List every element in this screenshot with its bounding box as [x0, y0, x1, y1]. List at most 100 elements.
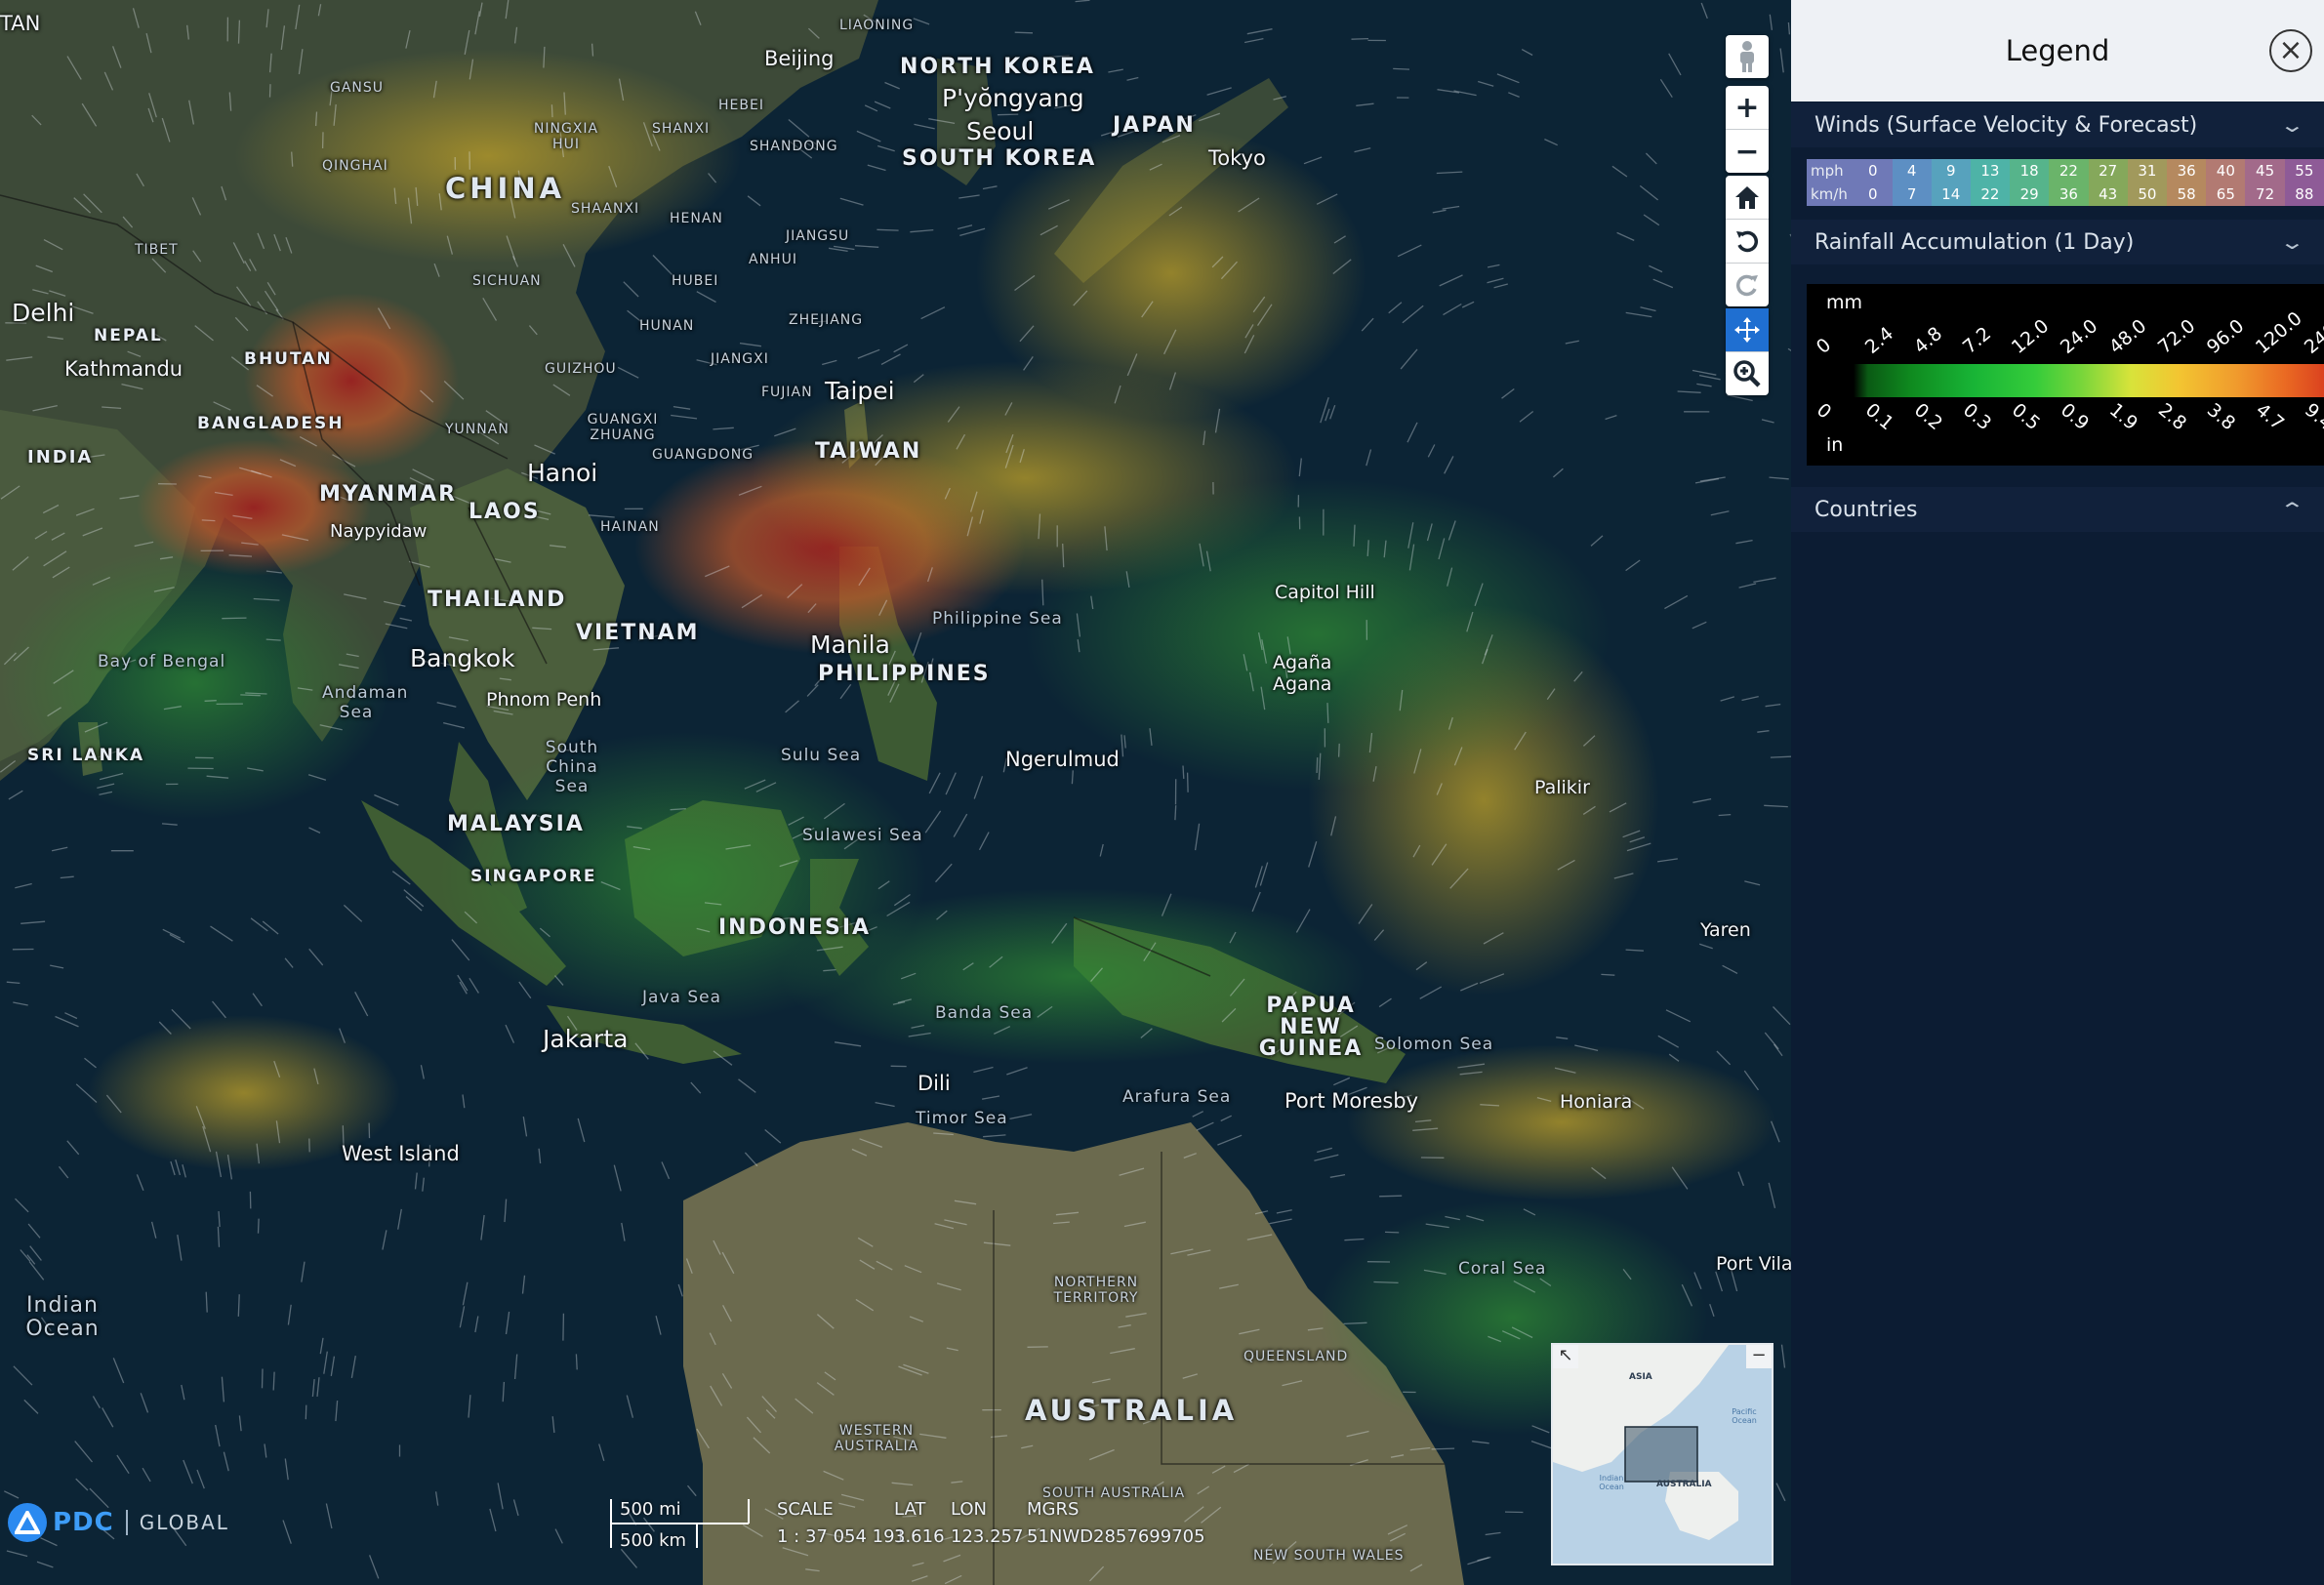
map-label-region: NINGXIA HUI [533, 121, 599, 152]
mgrs-value: 51NWD2857699705 [1027, 1526, 1205, 1547]
rain-in-tick: 2.8 [2153, 399, 2191, 435]
zoom-out-button[interactable]: − [1726, 129, 1769, 173]
map-label-region: NEW SOUTH WALES [1253, 1548, 1405, 1564]
wind-kmh-value: 7 [1892, 183, 1932, 206]
wind-mph-value: 27 [2088, 159, 2128, 183]
scale-miles: 500 mi [620, 1499, 681, 1520]
rotate-right-icon[interactable] [1726, 263, 1769, 306]
overview-label-pacific: Pacific Ocean [1732, 1407, 1757, 1425]
wind-kmh-value: 14 [1931, 183, 1971, 206]
wind-mph-value: 40 [2206, 159, 2246, 183]
map-label-region: ZHEJIANG [789, 312, 864, 328]
lat-value: 3.616 [894, 1526, 945, 1547]
map-label-city: West Island [342, 1142, 460, 1165]
map-label-country: SRI LANKA [27, 746, 145, 765]
map-label-region: GUANGDONG [652, 447, 754, 463]
map-label-city: Ngerulmud [1005, 748, 1120, 771]
map-label-country: INDIA [27, 447, 94, 467]
map-label-country: PHILIPPINES [818, 662, 991, 686]
legend-section-rainfall[interactable]: Rainfall Accumulation (1 Day) ⌄ [1791, 220, 2324, 264]
chevron-down-icon[interactable]: ⌄ [2279, 113, 2305, 137]
rain-in-tick: 0.3 [1958, 399, 1996, 435]
map-label-region: SHANDONG [750, 139, 838, 154]
scale-readout: SCALE 1 : 37 054 191 [777, 1499, 906, 1547]
scale-label: SCALE [777, 1499, 834, 1520]
map-label-region: HEBEI [718, 98, 764, 113]
lon-readout: LON 123.257 [951, 1499, 1023, 1547]
overview-map[interactable]: ASIA AUSTRALIA Indian Ocean Pacific Ocea… [1551, 1343, 1774, 1565]
close-icon[interactable]: × [2269, 29, 2312, 72]
lat-label: LAT [894, 1499, 926, 1520]
map-label-country: MALAYSIA [447, 812, 585, 836]
legend-header: Legend × [1791, 0, 2324, 102]
map-label-country: NORTH KOREA [900, 55, 1095, 79]
map-label-region: JIANGXI [711, 351, 769, 367]
map-label-city: TAN [0, 12, 41, 35]
map-label-sea: Andaman Sea [322, 683, 409, 722]
map-label-region: FUJIAN [761, 385, 813, 400]
map-label-city: Taipei [825, 377, 895, 405]
rain-mm-tick: 48.0 [2104, 314, 2151, 358]
overview-label-australia: AUSTRALIA [1656, 1480, 1712, 1489]
overview-label-asia: ASIA [1629, 1372, 1652, 1382]
lon-label: LON [951, 1499, 988, 1520]
map-label-city: Delhi [12, 299, 75, 327]
logo-divider [125, 1510, 128, 1535]
rain-mm-tick: 12.0 [2007, 314, 2054, 358]
map-label-sea: Coral Sea [1458, 1259, 1547, 1279]
zoom-in-button[interactable]: + [1726, 86, 1769, 129]
map-label-sea: Arafura Sea [1122, 1087, 1232, 1107]
wind-kmh-value: 50 [2127, 183, 2167, 206]
rainfall-colorbar: mm 0 2.4 4.8 7.2 12.0 24.0 48.0 72.0 96.0 120.0 24… [1807, 284, 2324, 466]
mgrs-readout: MGRS 51NWD2857699705 [1027, 1499, 1205, 1547]
map-label-country: THAILAND [428, 588, 567, 612]
wind-unit-kmh: km/h [1807, 183, 1854, 206]
map-label-sea: Solomon Sea [1374, 1035, 1494, 1054]
map-label-city: Port Moresby [1284, 1089, 1419, 1113]
wind-mph-value: 0 [1853, 159, 1893, 183]
wind-mph-value: 31 [2127, 159, 2167, 183]
rain-in-tick: 0 [1812, 399, 1836, 424]
rotate-left-icon[interactable] [1726, 219, 1769, 263]
map-label-region: QUEENSLAND [1244, 1349, 1349, 1364]
map-label-city: Agana [1273, 673, 1332, 695]
rain-in-tick: 1.9 [2104, 399, 2142, 435]
zoom-box-icon[interactable] [1726, 351, 1769, 395]
map-label-sea: Bay of Bengal [98, 652, 226, 671]
legend-section-winds[interactable]: Winds (Surface Velocity & Forecast) ⌄ [1791, 102, 2324, 147]
lon-value: 123.257 [951, 1526, 1024, 1547]
map-label-city: Agaña [1273, 652, 1332, 673]
wind-mph-value: 22 [2049, 159, 2089, 183]
overview-expand-icon[interactable]: ↖ [1553, 1345, 1578, 1368]
wind-mph-value: 18 [2010, 159, 2050, 183]
map-label-region: YUNNAN [445, 422, 510, 437]
legend-section-label: Countries [1814, 497, 1918, 522]
wind-scale-table: mph 0 4 9 13 18 22 27 31 36 40 45 55 km/h 0 7 14 22 29 3… [1807, 159, 2324, 206]
wind-mph-value: 9 [1931, 159, 1971, 183]
wind-kmh-value: 22 [1970, 183, 2011, 206]
map-label-city: Tokyo [1208, 146, 1266, 170]
street-view-control[interactable] [1726, 35, 1769, 78]
chevron-up-icon[interactable]: ⌃ [2279, 498, 2305, 521]
wind-mph-value: 36 [2167, 159, 2207, 183]
map-canvas[interactable]: TAN LIAONING Beijing NORTH KOREA P'yŏngy… [0, 0, 1791, 1585]
pan-icon[interactable] [1726, 308, 1769, 351]
lat-readout: LAT 3.616 [894, 1499, 945, 1547]
rain-mm-tick: 96.0 [2202, 314, 2249, 358]
map-label-region: HENAN [670, 211, 723, 226]
home-icon[interactable] [1726, 176, 1769, 219]
map-label-sea: South China Sea [545, 738, 599, 796]
map-label-region: NORTHERN TERRITORY [1053, 1275, 1139, 1306]
wind-mph-value: 4 [1892, 159, 1932, 183]
legend-section-countries[interactable]: Countries ⌃ [1791, 487, 2324, 532]
chevron-down-icon[interactable]: ⌄ [2279, 230, 2305, 254]
map-label-country: LAOS [469, 500, 541, 524]
map-label-country: TAIWAN [815, 439, 922, 464]
map-basemap [0, 0, 1791, 1585]
overview-collapse-icon[interactable]: − [1746, 1345, 1772, 1368]
rain-mm-tick: 4.8 [1909, 322, 1947, 358]
legend-section-label: Winds (Surface Velocity & Forecast) [1814, 112, 2198, 138]
street-view-icon[interactable] [1726, 35, 1769, 78]
wind-kmh-value: 43 [2088, 183, 2128, 206]
map-label-city: Hanoi [527, 459, 598, 487]
